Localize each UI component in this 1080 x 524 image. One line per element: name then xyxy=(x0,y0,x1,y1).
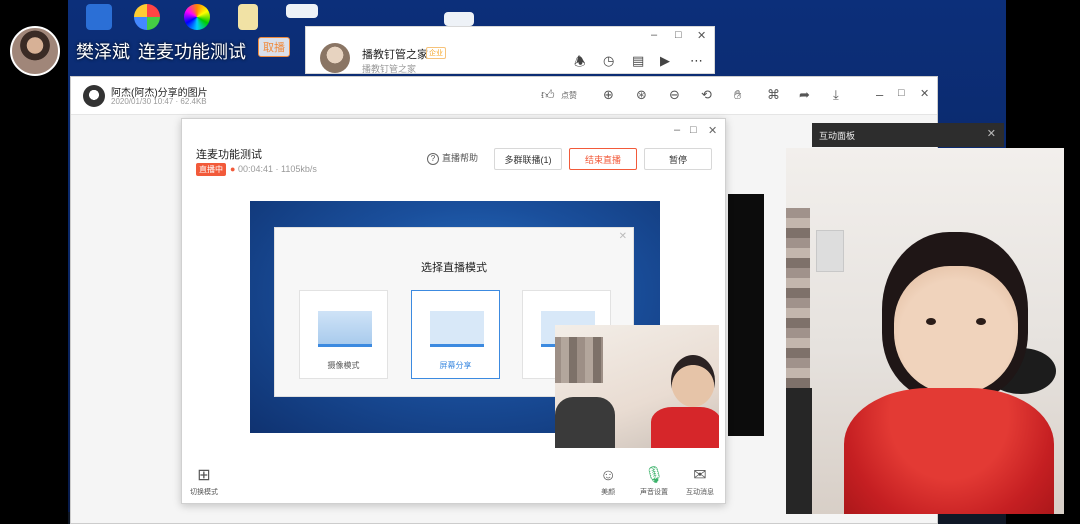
beauty-control[interactable]: ☺ 美颜 xyxy=(600,467,616,497)
close-icon[interactable]: ✕ xyxy=(619,231,627,242)
close-button[interactable]: ✕ xyxy=(708,124,717,137)
chat-subtitle: 播教钉管之家 xyxy=(362,64,417,74)
pause-button[interactable]: 暂停 xyxy=(644,148,712,170)
zoom-out-icon[interactable]: ⊖ xyxy=(669,87,680,103)
interaction-panel-title: 互动面板 xyxy=(819,131,856,141)
chat-title: 播教钉管之家 xyxy=(362,49,428,61)
end-live-button[interactable]: 结束直播 xyxy=(569,148,637,170)
screen-stage: 樊泽斌 连麦功能测试 取播 – □ ✕ 播教钉管之家 企业 播教钉管之家 🕭 ◷… xyxy=(0,0,1080,524)
audio-settings-control[interactable]: 🎙︎ 声音设置 xyxy=(640,465,668,497)
live-bitrate: 1105kb/s xyxy=(281,164,317,174)
screen-share-thumbnail xyxy=(430,311,484,347)
camera-feed-small[interactable] xyxy=(555,325,719,448)
live-stats: ● 00:04:41 · 1105kb/s xyxy=(230,164,317,174)
close-button[interactable]: ✕ xyxy=(920,87,929,100)
folder-icon[interactable]: ▤ xyxy=(632,53,644,69)
person-figure xyxy=(786,388,812,514)
clock-icon[interactable]: ◷ xyxy=(603,53,614,69)
live-window-title: 连麦功能测试 xyxy=(196,149,262,161)
minimize-button[interactable]: – xyxy=(651,29,657,41)
red-jacket xyxy=(651,407,719,448)
sender-avatar xyxy=(83,85,105,107)
interact-label: 互动消息 xyxy=(686,489,714,496)
red-jacket xyxy=(844,388,1054,514)
camera-feed-large[interactable] xyxy=(786,148,1064,514)
desktop-file-icon[interactable] xyxy=(444,12,474,26)
rotate-icon[interactable]: ⟲ xyxy=(701,87,712,103)
child-figure xyxy=(671,355,715,407)
viewer-meta: 2020/01/30 10:47 · 62.4KB xyxy=(111,97,207,106)
recording-dot-icon: ● xyxy=(230,164,236,174)
switch-mode-label: 切换模式 xyxy=(190,489,218,496)
chat-avatar[interactable] xyxy=(320,43,350,73)
eye xyxy=(926,318,936,325)
camera-mode-thumbnail xyxy=(318,311,372,347)
blurred-face xyxy=(555,337,603,383)
more-icon[interactable]: ⋯ xyxy=(690,53,703,69)
presenter-avatar[interactable] xyxy=(10,26,60,76)
download-icon[interactable]: ⤓ xyxy=(833,87,839,103)
beauty-label: 美颜 xyxy=(601,489,616,496)
help-link[interactable]: ? 直播帮助 xyxy=(427,151,478,165)
video-icon[interactable]: ▶ xyxy=(660,53,670,69)
dark-side-panel xyxy=(728,194,764,436)
minimize-button[interactable]: – xyxy=(674,124,680,136)
maximize-button[interactable]: □ xyxy=(898,87,905,99)
help-label: 直播帮助 xyxy=(442,153,479,163)
person-figure xyxy=(555,397,615,448)
presenter-header: 樊泽斌 连麦功能测试 取播 xyxy=(10,26,290,76)
follow-button[interactable]: 取播 xyxy=(258,37,290,57)
crop-icon[interactable]: ⌘ xyxy=(767,87,780,103)
smile-icon: ☺ xyxy=(600,467,617,484)
dialog-title: 选择直播模式 xyxy=(421,262,487,274)
viewer-toolbar: 阿杰(阿杰)分享的图片 2020/01/30 10:47 · 62.4KB 👍︎… xyxy=(71,77,937,115)
zoom-in-icon[interactable]: ⊕ xyxy=(603,87,614,103)
share-icon[interactable]: ➦ xyxy=(799,87,810,103)
live-status-badge: 直播中 xyxy=(196,163,226,176)
interaction-panel-header: 互动面板 ✕ xyxy=(812,123,1004,147)
mode-label: 屏幕分享 xyxy=(439,361,472,370)
chat-window: – □ ✕ 播教钉管之家 企业 播教钉管之家 🕭 ◷ ▤ ▶ ⋯ xyxy=(305,26,715,74)
thumbs-up-icon[interactable]: 👍︎ xyxy=(541,87,555,103)
minimize-button[interactable]: – xyxy=(876,87,883,102)
blurred-face xyxy=(786,208,810,408)
switch-mode-control[interactable]: ⊞ 切换模式 xyxy=(190,465,218,497)
maximize-button[interactable]: □ xyxy=(675,29,682,41)
mode-label: 摄像模式 xyxy=(327,361,360,370)
multi-group-button[interactable]: 多群联播(1) xyxy=(494,148,562,170)
wall-switch xyxy=(816,230,844,272)
live-title: 连麦功能测试 xyxy=(138,42,246,62)
close-button[interactable]: ✕ xyxy=(697,29,706,42)
zoom-fit-icon[interactable]: ⊛ xyxy=(636,87,647,103)
help-icon: ? xyxy=(427,153,439,165)
interact-message-control[interactable]: ✉︎ 互动消息 xyxy=(686,465,714,497)
child-face xyxy=(894,266,1018,394)
live-stream-window: – □ ✕ 连麦功能测试 直播中 ● 00:04:41 · 1105kb/s ?… xyxy=(181,118,726,504)
grid-icon: ⊞ xyxy=(197,467,211,484)
mode-camera[interactable]: 摄像模式 xyxy=(299,290,388,379)
eye xyxy=(976,318,986,325)
desktop-file-icon[interactable] xyxy=(286,4,318,18)
message-icon: ✉︎ xyxy=(693,467,707,484)
maximize-button[interactable]: □ xyxy=(690,124,697,136)
hand-icon[interactable]: ✋︎ xyxy=(734,87,741,103)
like-label[interactable]: 点赞 xyxy=(561,90,577,101)
chat-tag-badge: 企业 xyxy=(426,47,446,59)
mode-screen-share[interactable]: 屏幕分享 xyxy=(411,290,500,379)
presenter-name: 樊泽斌 xyxy=(76,42,130,62)
microphone-icon: 🎙︎ xyxy=(643,467,665,484)
loudspeaker-icon[interactable]: 🕭 xyxy=(574,53,586,75)
close-icon[interactable]: ✕ xyxy=(987,127,996,140)
audio-label: 声音设置 xyxy=(640,489,668,496)
live-duration: 00:04:41 xyxy=(237,164,273,174)
